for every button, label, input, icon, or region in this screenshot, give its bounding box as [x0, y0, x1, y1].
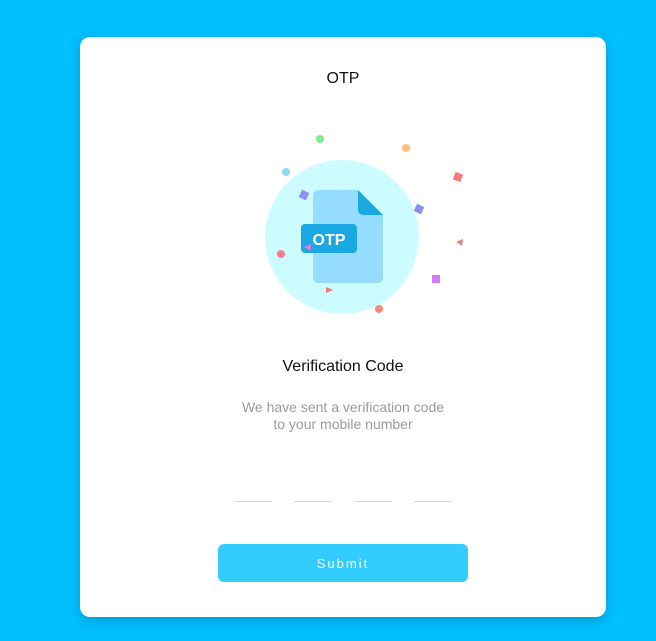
verification-heading: Verification Code — [282, 358, 404, 375]
otp-illustration: OTP — [265, 135, 464, 314]
description-line-2: to your mobile number — [273, 416, 413, 432]
otp-digit-2[interactable] — [294, 485, 332, 502]
verification-description: We have sent a verification code to your… — [80, 399, 606, 433]
card-title: OTP — [326, 70, 360, 87]
otp-digit-1[interactable] — [234, 485, 272, 502]
submit-button[interactable]: Submit — [218, 544, 468, 582]
otp-digit-3[interactable] — [354, 485, 392, 502]
description-line-1: We have sent a verification code — [241, 399, 445, 415]
otp-digit-4[interactable] — [414, 485, 452, 502]
otp-badge-label: OTP — [313, 232, 346, 249]
otp-input-group — [234, 485, 454, 503]
otp-card: OTP OTP Verification Code We have sent a… — [80, 37, 606, 617]
